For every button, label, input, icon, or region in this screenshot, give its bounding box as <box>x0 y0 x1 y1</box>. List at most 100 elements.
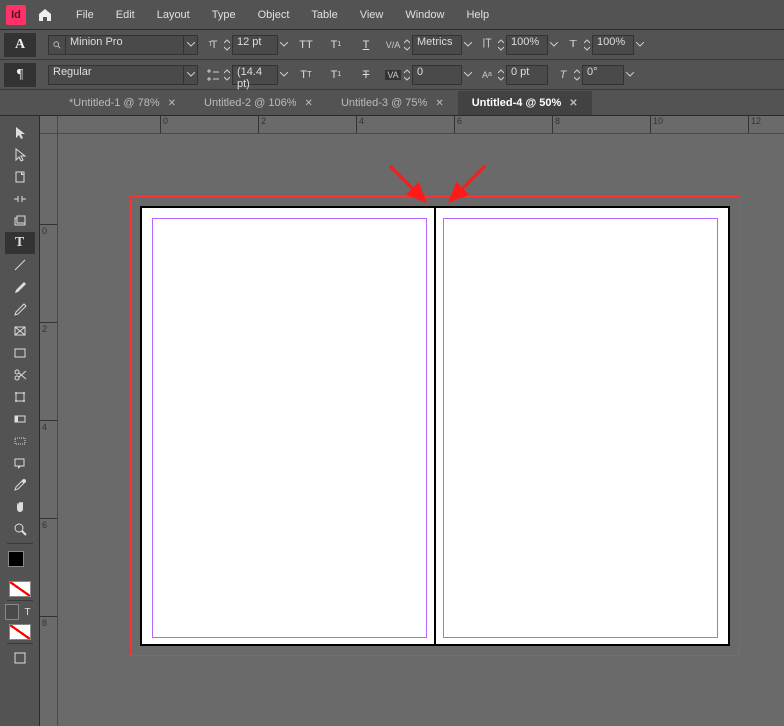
ruler-mark: 6 <box>454 116 462 133</box>
leading-field[interactable]: (14.4 pt) <box>204 65 288 85</box>
fill-stroke-swatches[interactable] <box>8 551 32 575</box>
ruler-mark: 8 <box>40 616 57 628</box>
gradient-feather-tool[interactable] <box>5 430 35 452</box>
vertical-ruler[interactable]: 0 2 4 6 8 <box>40 134 58 726</box>
menu-table[interactable]: Table <box>301 5 347 25</box>
pencil-tool[interactable] <box>5 298 35 320</box>
close-icon[interactable]: ✕ <box>569 98 577 109</box>
tracking-field[interactable]: VA 0 <box>384 65 472 85</box>
ruler-mark: 12 <box>748 116 761 133</box>
chevron-down-icon[interactable] <box>184 65 198 85</box>
left-page-margin <box>152 218 427 638</box>
font-style-field[interactable]: Regular <box>48 65 198 85</box>
page-spread <box>140 206 730 646</box>
spine <box>434 208 436 644</box>
menu-view[interactable]: View <box>350 5 394 25</box>
kerning-field[interactable]: V/A Metrics <box>384 35 472 55</box>
vertical-scale-field[interactable]: IT 100% <box>478 35 558 55</box>
formatting-container-icon[interactable] <box>5 604 19 620</box>
menu-window[interactable]: Window <box>395 5 454 25</box>
close-icon[interactable]: ✕ <box>435 98 443 109</box>
menu-type[interactable]: Type <box>202 5 246 25</box>
note-tool[interactable] <box>5 452 35 474</box>
main-area: T T 0 2 4 6 <box>0 116 784 726</box>
close-icon[interactable]: ✕ <box>305 98 313 109</box>
document-tab[interactable]: Untitled-4 @ 50% ✕ <box>458 91 592 115</box>
content-collector-tool[interactable] <box>5 210 35 232</box>
skew-field[interactable]: T 0° <box>554 65 634 85</box>
formatting-text-icon[interactable]: T <box>21 604 35 620</box>
horizontal-scale-field[interactable]: T 100% <box>564 35 644 55</box>
baseline-shift-icon: Aa <box>478 66 496 84</box>
rectangle-frame-tool[interactable] <box>5 320 35 342</box>
superscript-button[interactable]: T1 <box>324 34 348 56</box>
gap-tool[interactable] <box>5 188 35 210</box>
menu-layout[interactable]: Layout <box>147 5 200 25</box>
ruler-origin[interactable] <box>40 116 58 134</box>
chevron-down-icon[interactable] <box>636 42 644 47</box>
chevron-down-icon[interactable] <box>464 72 472 77</box>
tab-label: Untitled-4 @ 50% <box>472 97 562 109</box>
ruler-mark: 2 <box>258 116 266 133</box>
paragraph-mode-icon[interactable]: ¶ <box>4 63 36 87</box>
gradient-swatch-tool[interactable] <box>5 408 35 430</box>
view-mode-button[interactable] <box>5 647 35 669</box>
home-icon[interactable] <box>34 4 56 26</box>
line-tool[interactable] <box>5 254 35 276</box>
selection-tool[interactable] <box>5 122 35 144</box>
tab-label: *Untitled-1 @ 78% <box>69 97 160 109</box>
baseline-shift-field[interactable]: Aa 0 pt <box>478 65 548 85</box>
chevron-down-icon[interactable] <box>280 42 288 47</box>
close-icon[interactable]: ✕ <box>168 98 176 109</box>
zoom-tool[interactable] <box>5 518 35 540</box>
menubar: Id File Edit Layout Type Object Table Vi… <box>0 0 784 30</box>
leading-icon <box>204 66 222 84</box>
chevron-down-icon[interactable] <box>550 42 558 47</box>
tab-label: Untitled-2 @ 106% <box>204 97 297 109</box>
horizontal-scale-icon: T <box>564 36 582 54</box>
direct-selection-tool[interactable] <box>5 144 35 166</box>
eyedropper-tool[interactable] <box>5 474 35 496</box>
app-logo-icon: Id <box>6 5 26 25</box>
menu-file[interactable]: File <box>66 5 104 25</box>
menu-help[interactable]: Help <box>456 5 499 25</box>
rectangle-tool[interactable] <box>5 342 35 364</box>
chevron-down-icon[interactable] <box>626 72 634 77</box>
chevron-down-icon[interactable] <box>464 42 472 47</box>
ruler-mark: 8 <box>552 116 560 133</box>
right-page-margin <box>443 218 718 638</box>
small-caps-button[interactable]: TT <box>294 64 318 86</box>
vertical-scale-icon: IT <box>478 36 496 54</box>
pen-tool[interactable] <box>5 276 35 298</box>
font-family-field[interactable]: Minion Pro <box>48 35 198 55</box>
ruler-mark: 0 <box>40 224 57 236</box>
hand-tool[interactable] <box>5 496 35 518</box>
ruler-mark: 10 <box>650 116 663 133</box>
font-size-field[interactable]: TT 12 pt <box>204 35 288 55</box>
subscript-button[interactable]: T1 <box>324 64 348 86</box>
menu-object[interactable]: Object <box>248 5 300 25</box>
kerning-icon: V/A <box>384 36 402 54</box>
toolbox: T T <box>0 116 40 726</box>
chevron-down-icon[interactable] <box>184 35 198 55</box>
document-tab[interactable]: *Untitled-1 @ 78% ✕ <box>55 91 190 115</box>
strikethrough-button[interactable]: T <box>354 64 378 86</box>
scissors-tool[interactable] <box>5 364 35 386</box>
document-tab[interactable]: Untitled-3 @ 75%✕ <box>327 91 458 115</box>
document-tab[interactable]: Untitled-2 @ 106% ✕ <box>190 91 327 115</box>
all-caps-button[interactable]: TT <box>294 34 318 56</box>
ruler-mark: 2 <box>40 322 57 334</box>
ruler-mark: 4 <box>40 420 57 432</box>
free-transform-tool[interactable] <box>5 386 35 408</box>
apply-none-swatch[interactable] <box>9 581 31 597</box>
horizontal-ruler[interactable]: 0 2 4 6 8 10 12 <box>58 116 784 134</box>
default-fill-stroke[interactable] <box>9 624 31 640</box>
character-mode-icon[interactable]: A <box>4 33 36 57</box>
menu-edit[interactable]: Edit <box>106 5 145 25</box>
chevron-down-icon[interactable] <box>280 72 288 77</box>
character-control-row-2: ¶ Regular (14.4 pt) TT T1 T VA 0 Aa 0 pt… <box>0 60 784 90</box>
page-tool[interactable] <box>5 166 35 188</box>
type-tool[interactable]: T <box>5 232 35 254</box>
underline-button[interactable]: T <box>354 34 378 56</box>
canvas[interactable]: 0 2 4 6 8 10 12 0 2 4 6 8 <box>40 116 784 726</box>
